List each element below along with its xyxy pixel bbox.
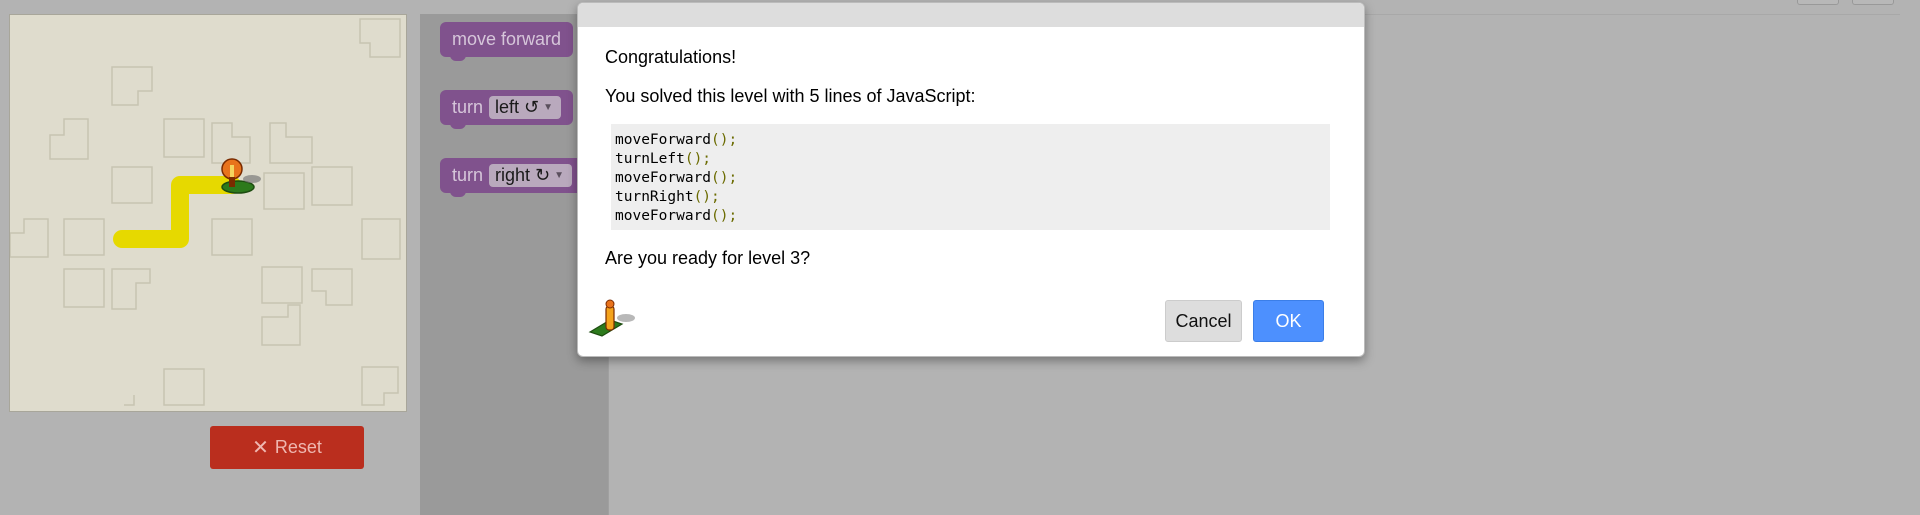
direction-dropdown[interactable]: left ↺ ▼ xyxy=(489,96,562,119)
block-move-forward[interactable]: move forward xyxy=(440,22,574,61)
block-label: turn xyxy=(452,97,484,117)
dialog-titlebar[interactable] xyxy=(578,3,1364,27)
block-turn-right[interactable]: turn right ↻ ▼ xyxy=(440,158,585,197)
code-line: moveForward(); xyxy=(615,132,738,148)
dropdown-arrow-icon: ▼ xyxy=(554,170,565,181)
pegman-icon xyxy=(588,299,635,337)
toolbar-button[interactable] xyxy=(1852,0,1894,5)
ok-button[interactable]: OK xyxy=(1253,300,1324,342)
congratulations-text: Congratulations! xyxy=(605,47,737,67)
direction-dropdown[interactable]: right ↻ ▼ xyxy=(489,164,573,187)
maze-canvas xyxy=(9,14,407,412)
dropdown-arrow-icon: ▼ xyxy=(543,102,554,113)
reset-button[interactable]: ✕ Reset xyxy=(210,426,364,469)
block-turn-left[interactable]: turn left ↺ ▼ xyxy=(440,90,574,129)
level-question: Are you ready for level 3? xyxy=(605,248,811,268)
code-block: moveForward(); turnLeft(); moveForward()… xyxy=(611,124,1330,230)
code-line: turnRight(); xyxy=(615,189,720,205)
level-complete-dialog: Congratulations! You solved this level w… xyxy=(577,2,1365,357)
code-line: moveForward(); xyxy=(615,170,738,186)
code-line: turnLeft(); xyxy=(615,151,712,167)
toolbar-button[interactable] xyxy=(1797,0,1839,5)
reset-label: Reset xyxy=(274,437,322,457)
block-label: turn xyxy=(452,165,484,185)
cancel-button[interactable]: Cancel xyxy=(1165,300,1242,342)
code-line: moveForward(); xyxy=(615,208,738,224)
close-icon: ✕ xyxy=(252,436,269,459)
block-label: move forward xyxy=(452,29,562,49)
solved-text: You solved this level with 5 lines of Ja… xyxy=(605,86,976,106)
